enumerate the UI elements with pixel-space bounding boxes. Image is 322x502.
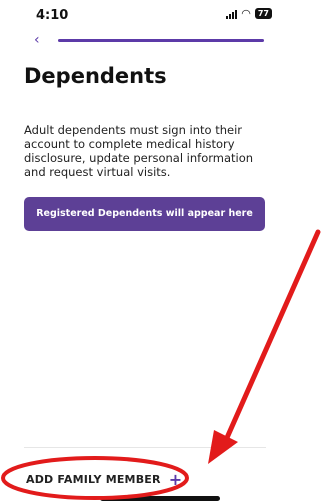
status-bar: 4:10 ◠ 77 bbox=[0, 0, 322, 30]
status-time: 4:10 bbox=[36, 8, 69, 23]
add-family-member-label: ADD FAMILY MEMBER bbox=[26, 473, 161, 486]
home-indicator bbox=[100, 496, 220, 501]
progress-bar bbox=[58, 39, 264, 42]
signal-icon bbox=[226, 9, 238, 19]
battery-icon: 77 bbox=[254, 8, 272, 19]
plus-icon: + bbox=[168, 469, 183, 489]
page-title: Dependents bbox=[24, 64, 167, 88]
registered-dependents-banner: Registered Dependents will appear here bbox=[24, 197, 265, 231]
divider bbox=[24, 447, 266, 448]
wifi-icon: ◠ bbox=[241, 6, 251, 20]
page-description: Adult dependents must sign into their ac… bbox=[24, 123, 254, 179]
add-family-member-button[interactable]: ADD FAMILY MEMBER + bbox=[26, 469, 183, 489]
status-icons: ◠ 77 bbox=[226, 8, 272, 19]
annotation-arrow-line bbox=[223, 229, 321, 443]
back-button[interactable]: ‹ bbox=[34, 32, 40, 48]
